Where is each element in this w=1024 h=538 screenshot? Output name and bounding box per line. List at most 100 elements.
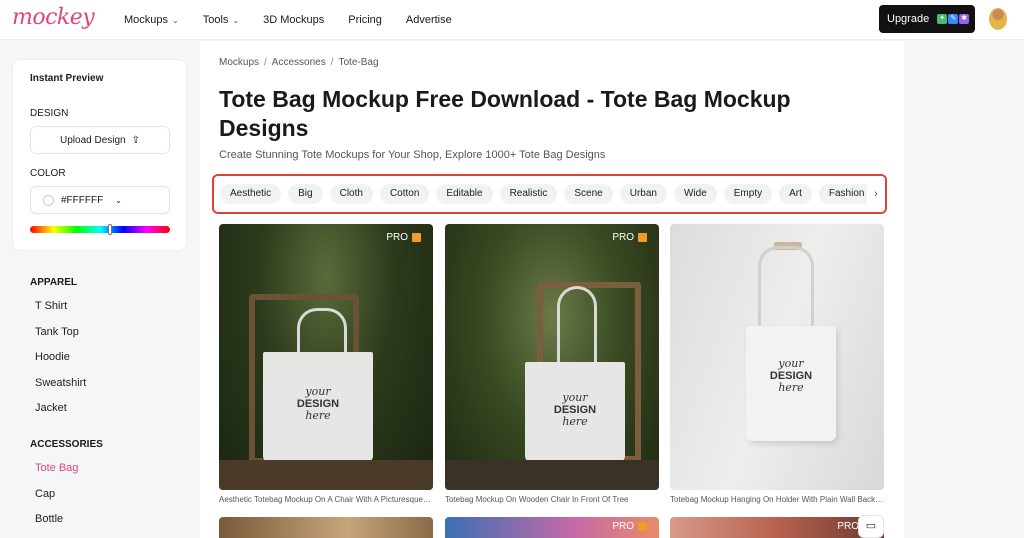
bag-design-text: your DESIGN here <box>746 358 836 394</box>
breadcrumb-separator: / <box>330 57 334 68</box>
tag-list: Aesthetic Big Cloth Cotton Editable Real… <box>220 184 875 204</box>
bag-text-here: here <box>305 409 331 422</box>
pro-badge: PRO <box>612 232 647 243</box>
upload-design-button[interactable]: Upload Design ⇪ <box>30 126 170 154</box>
instant-preview-card: Instant Preview DESIGN Upload Design ⇪ C… <box>12 59 187 251</box>
tote-bag-image: your DESIGN here <box>263 352 373 462</box>
mockup-caption[interactable]: Totebag Mockup On Wooden Chair In Front … <box>445 495 659 504</box>
mockup-card[interactable]: your DESIGN here PRO <box>219 224 433 490</box>
tag-chip[interactable]: Big <box>288 184 323 204</box>
user-avatar[interactable] <box>989 8 1007 30</box>
pro-label: PRO <box>837 521 859 532</box>
category-t-shirt[interactable]: T Shirt <box>35 300 67 312</box>
mockup-caption[interactable]: Aesthetic Totebag Mockup On A Chair With… <box>219 495 433 504</box>
bag-handle <box>557 286 597 366</box>
color-label: COLOR <box>30 168 66 179</box>
tag-chip[interactable]: Wide <box>673 184 717 204</box>
category-jacket[interactable]: Jacket <box>35 402 67 414</box>
nav-mockups[interactable]: Mockups ⌄ <box>124 14 179 26</box>
pro-label: PRO <box>612 232 634 243</box>
bag-handle <box>758 246 814 330</box>
tag-chip[interactable]: Cloth <box>329 184 373 204</box>
bag-text-your: your <box>778 357 804 370</box>
bag-text-here: here <box>562 415 588 428</box>
chevron-right-icon[interactable]: › <box>867 176 885 212</box>
tag-chip[interactable]: Realistic <box>499 184 558 204</box>
hue-slider-handle[interactable] <box>108 224 112 235</box>
tote-bag-image: your DESIGN here <box>525 362 625 462</box>
tag-chip[interactable]: Empty <box>723 184 773 204</box>
category-hoodie[interactable]: Hoodie <box>35 351 70 363</box>
chevron-down-icon: ⌄ <box>172 15 179 25</box>
pro-badge: PRO <box>612 521 647 532</box>
bag-text-here: here <box>778 381 804 394</box>
bag-text-your: your <box>305 385 331 398</box>
bag-handle <box>297 308 347 358</box>
pro-icon <box>412 233 421 242</box>
main-nav: Mockups ⌄ Tools ⌄ 3D Mockups Pricing Adver… <box>124 0 476 40</box>
chevron-down-icon: ⌄ <box>115 195 122 205</box>
hue-slider[interactable] <box>30 224 170 235</box>
breadcrumb-tote-bag[interactable]: Tote-Bag <box>338 57 378 68</box>
pro-icon <box>638 522 647 531</box>
sparkle-icon: ✦ <box>937 14 948 24</box>
chat-icon[interactable]: ▭ <box>858 515 884 538</box>
color-picker-dropdown[interactable]: #FFFFFF ⌄ <box>30 186 170 214</box>
upload-icon: ⇪ <box>131 134 140 146</box>
tag-filter-bar: Aesthetic Big Cloth Cotton Editable Real… <box>212 174 887 214</box>
pro-label: PRO <box>386 232 408 243</box>
main-content: Mockups / Accessories / Tote-Bag Tote Bag Mo… <box>200 41 904 538</box>
apparel-heading: APPAREL <box>30 277 78 288</box>
color-value: #FFFFFF <box>61 194 104 206</box>
table-surface <box>219 460 433 490</box>
category-tank-top[interactable]: Tank Top <box>35 326 79 338</box>
page-title: Tote Bag Mockup Free Download - Tote Bag… <box>219 86 791 141</box>
category-tote-bag[interactable]: Tote Bag <box>35 462 78 474</box>
tag-chip[interactable]: Aesthetic <box>220 184 282 204</box>
breadcrumb-mockups[interactable]: Mockups <box>219 57 259 68</box>
tag-chip[interactable]: Editable <box>436 184 493 204</box>
mockup-card[interactable]: PRO <box>445 517 659 538</box>
tag-chip[interactable]: Cotton <box>379 184 430 204</box>
tote-bag-image: your DESIGN here <box>746 326 836 441</box>
nav-3d-mockups-label: 3D Mockups <box>263 14 325 26</box>
pro-label: PRO <box>612 521 634 532</box>
mockey-logo[interactable]: mockey <box>12 5 95 30</box>
category-sweatshirt[interactable]: Sweatshirt <box>35 377 86 389</box>
tag-chip[interactable]: Urban <box>619 184 667 204</box>
tag-chip[interactable]: Art <box>779 184 812 204</box>
upgrade-feature-icons: ✦ ✎ ✱ <box>937 14 970 24</box>
instant-preview-title: Instant Preview <box>30 73 104 84</box>
mockup-card[interactable]: your DESIGN here PRO <box>445 224 659 490</box>
bag-design-text: your DESIGN here <box>263 386 373 422</box>
pro-icon <box>638 233 647 242</box>
nav-pricing[interactable]: Pricing <box>348 14 382 26</box>
page-subtitle: Create Stunning Tote Mockups for Your Sh… <box>219 149 606 161</box>
color-swatch <box>43 195 54 206</box>
mockup-card[interactable]: PRO <box>670 517 884 538</box>
category-bottle[interactable]: Bottle <box>35 513 63 525</box>
upgrade-button[interactable]: Upgrade ✦ ✎ ✱ <box>879 5 975 33</box>
accessories-heading: ACCESSORIES <box>30 439 103 450</box>
tag-chip[interactable]: Scene <box>564 184 613 204</box>
upload-design-label: Upload Design <box>60 134 126 146</box>
brush-icon: ✎ <box>948 14 959 24</box>
nav-3d-mockups[interactable]: 3D Mockups <box>263 14 324 26</box>
nav-tools-label: Tools <box>202 14 229 26</box>
category-cap[interactable]: Cap <box>35 488 55 500</box>
design-label: DESIGN <box>30 108 69 119</box>
bag-design-text: your DESIGN here <box>525 392 625 428</box>
mockup-card[interactable]: your DESIGN here <box>670 224 884 490</box>
top-navbar: mockey Mockups ⌄ Tools ⌄ 3D Mockups Pricin… <box>0 0 1024 40</box>
nav-advertise[interactable]: Advertise <box>406 14 452 26</box>
nav-advertise-label: Advertise <box>405 14 452 26</box>
star-icon: ✱ <box>959 14 970 24</box>
breadcrumb: Mockups / Accessories / Tote-Bag <box>219 57 379 68</box>
mockup-caption[interactable]: Totebag Mockup Hanging On Holder With Pl… <box>670 495 884 504</box>
mockup-card[interactable] <box>219 517 433 538</box>
nav-pricing-label: Pricing <box>348 14 382 26</box>
right-gutter <box>904 41 1024 538</box>
nav-tools[interactable]: Tools ⌄ <box>203 14 239 26</box>
breadcrumb-accessories[interactable]: Accessories <box>272 57 326 68</box>
sidebar: Instant Preview DESIGN Upload Design ⇪ C… <box>0 41 200 538</box>
